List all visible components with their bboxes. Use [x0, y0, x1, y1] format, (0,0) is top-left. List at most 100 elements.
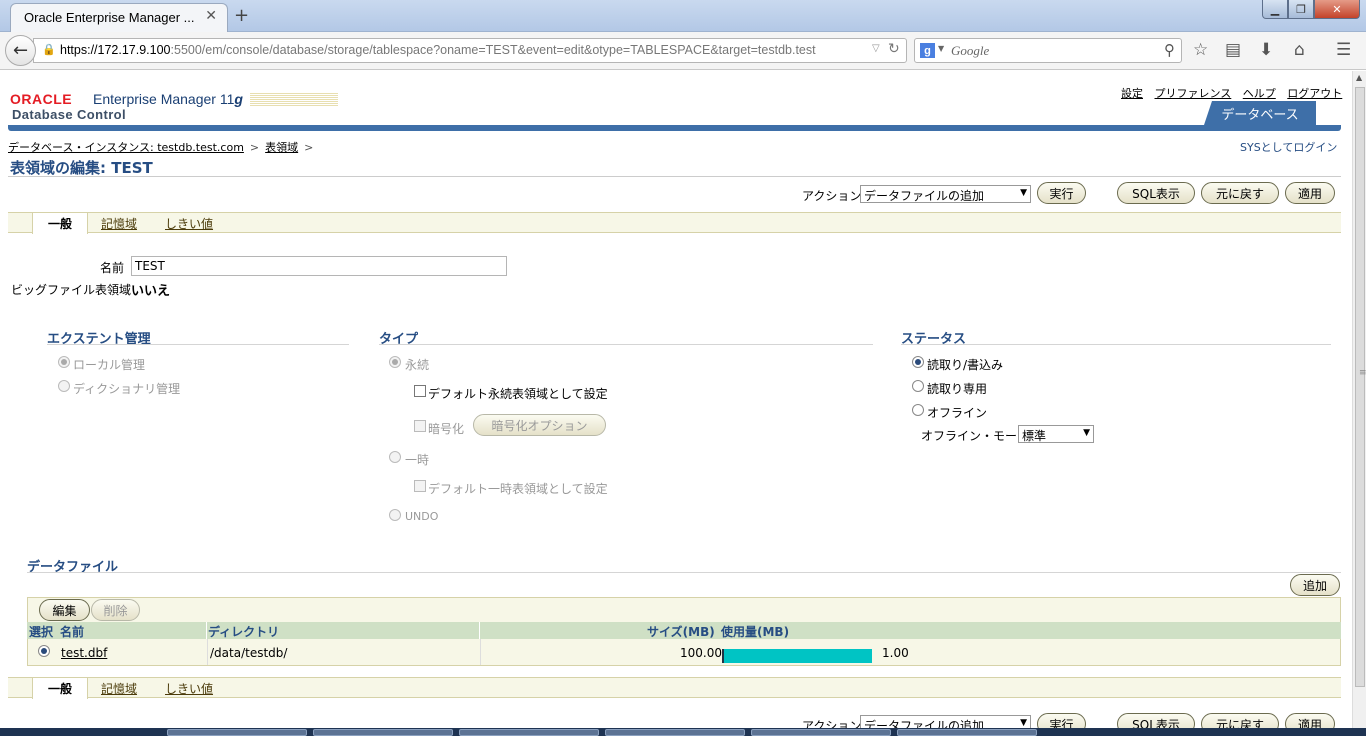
default-permanent-checkbox[interactable] [414, 385, 426, 397]
default-temporary-label: デフォルト一時表領域として設定 [428, 482, 608, 496]
breadcrumb-separator: > [249, 141, 260, 154]
menu-icon[interactable]: ☰ [1336, 40, 1351, 60]
bigfile-value: いいえ [131, 284, 171, 299]
tab-storage[interactable]: 記憶域 [101, 215, 137, 232]
extent-local-label: ローカル管理 [73, 358, 146, 372]
type-permanent-radio[interactable] [389, 356, 401, 368]
tab-general[interactable]: 一般 [32, 212, 88, 234]
window-close-button[interactable]: ✕ [1314, 0, 1360, 19]
tab-thresholds[interactable]: しきい値 [165, 680, 213, 697]
lock-icon: 🔒 [42, 43, 56, 56]
encrypt-checkbox[interactable] [414, 420, 426, 432]
scroll-thumb[interactable]: ≡ [1355, 87, 1366, 687]
default-permanent-label: デフォルト永続表領域として設定 [428, 387, 608, 401]
url-bar[interactable]: 🔒 https://172.17.9.100:5500/em/console/d… [33, 38, 907, 63]
star-icon[interactable]: ☆ [1193, 40, 1208, 60]
bookmarks-icon[interactable]: ▤ [1225, 40, 1241, 60]
arrow-left-icon: ← [12, 40, 29, 61]
oracle-logo: ORACLE [10, 91, 73, 107]
taskbar-item[interactable] [605, 729, 745, 736]
search-bar[interactable]: g ▼ Google ⚲ [914, 38, 1182, 63]
status-offline-radio[interactable] [912, 404, 924, 416]
download-icon[interactable]: ⬇ [1259, 40, 1273, 60]
datafile-name-link[interactable]: test.dbf [61, 646, 107, 660]
default-temporary-checkbox[interactable] [414, 480, 426, 492]
page-scrollbar[interactable]: ▲ ≡ [1352, 71, 1366, 728]
breadcrumb-tablespaces[interactable]: 表領域 [265, 141, 298, 154]
apply-button[interactable]: 適用 [1285, 182, 1335, 204]
col-size: サイズ(MB) [647, 625, 715, 639]
type-temporary-label: 一時 [405, 453, 430, 467]
offline-mode-label: オフライン・モード [921, 429, 1030, 443]
settings-link[interactable]: 設定 [1121, 87, 1143, 100]
type-permanent-label: 永続 [405, 358, 430, 372]
subtab-bar-bottom: 一般 記憶域 しきい値 [8, 677, 1341, 699]
action-label: アクション [802, 189, 862, 203]
tab-thresholds[interactable]: しきい値 [165, 215, 213, 232]
window-titlebar: Oracle Enterprise Manager ... ✕ + ▁ ❐ ✕ [0, 0, 1366, 32]
new-tab-icon[interactable]: + [234, 5, 249, 26]
revert-button[interactable]: 元に戻す [1201, 182, 1279, 204]
action-select[interactable]: データファイルの追加 ▼ [860, 185, 1031, 203]
name-input[interactable]: TEST [131, 256, 507, 276]
offline-mode-select[interactable]: 標準 ▼ [1018, 425, 1094, 443]
browser-tab[interactable]: Oracle Enterprise Manager ... ✕ [10, 3, 228, 32]
sys-login-status: SYSとしてログイン [1240, 141, 1338, 154]
page-title: 表領域の編集: TEST [10, 159, 153, 177]
scroll-up-icon[interactable]: ▲ [1356, 73, 1362, 82]
status-read-only-radio[interactable] [912, 380, 924, 392]
tab-storage[interactable]: 記憶域 [101, 680, 137, 697]
tab-database[interactable]: データベース [1204, 101, 1316, 125]
url-text: https://172.17.9.100:5500/em/console/dat… [60, 43, 816, 57]
minimize-button[interactable]: ▁ [1262, 0, 1288, 19]
search-input[interactable]: Google [951, 43, 989, 59]
taskbar-item[interactable] [751, 729, 891, 736]
back-button[interactable]: ← [5, 35, 36, 66]
grip-icon: ≡ [1359, 368, 1366, 378]
chevron-down-icon[interactable]: ▼ [938, 44, 944, 53]
status-offline-label: オフライン [927, 406, 988, 420]
dropdown-icon[interactable]: ▽ [872, 43, 880, 54]
taskbar-item[interactable] [897, 729, 1037, 736]
search-icon[interactable]: ⚲ [1164, 41, 1175, 59]
usage-bar [722, 649, 872, 663]
os-taskbar [0, 728, 1366, 736]
help-link[interactable]: ヘルプ [1243, 87, 1276, 100]
extent-dictionary-radio[interactable] [58, 380, 70, 392]
header-bar [8, 125, 1341, 131]
reload-icon[interactable]: ↻ [888, 41, 900, 57]
home-icon[interactable]: ⌂ [1294, 40, 1305, 60]
section-divider [901, 344, 1331, 345]
bigfile-label: ビッグファイル表領域 [11, 283, 132, 297]
tab-general[interactable]: 一般 [32, 677, 88, 699]
breadcrumb-database-instance[interactable]: データベース・インスタンス: testdb.test.com [8, 141, 244, 154]
go-button[interactable]: 実行 [1037, 182, 1086, 204]
chevron-down-icon: ▼ [1020, 718, 1027, 728]
add-datafile-button[interactable]: 追加 [1290, 574, 1340, 596]
maximize-button[interactable]: ❐ [1288, 0, 1314, 19]
chevron-down-icon: ▼ [1020, 188, 1027, 198]
taskbar-item[interactable] [313, 729, 453, 736]
extent-dictionary-label: ディクショナリ管理 [73, 382, 181, 396]
datafile-select-radio[interactable] [38, 645, 50, 657]
logout-link[interactable]: ログアウト [1287, 87, 1342, 100]
google-icon[interactable]: g [920, 43, 935, 58]
type-temporary-radio[interactable] [389, 451, 401, 463]
type-undo-label: UNDO [405, 510, 439, 523]
encrypt-options-button[interactable]: 暗号化オプション [473, 414, 606, 436]
breadcrumb: データベース・インスタンス: testdb.test.com > 表領域 > [8, 139, 319, 155]
status-read-only-label: 読取り専用 [927, 382, 988, 396]
delete-datafile-button[interactable]: 削除 [91, 599, 140, 621]
status-read-write-radio[interactable] [912, 356, 924, 368]
col-name: 名前 [60, 625, 85, 639]
column-divider [206, 622, 207, 639]
close-icon[interactable]: ✕ [205, 8, 217, 24]
extent-local-radio[interactable] [58, 356, 70, 368]
show-sql-button[interactable]: SQL表示 [1117, 182, 1195, 204]
taskbar-item[interactable] [459, 729, 599, 736]
edit-datafile-button[interactable]: 編集 [39, 599, 90, 621]
taskbar-item[interactable] [167, 729, 307, 736]
type-undo-radio[interactable] [389, 509, 401, 521]
preferences-link[interactable]: プリファレンス [1155, 87, 1232, 100]
datafile-directory: /data/testdb/ [210, 646, 288, 660]
